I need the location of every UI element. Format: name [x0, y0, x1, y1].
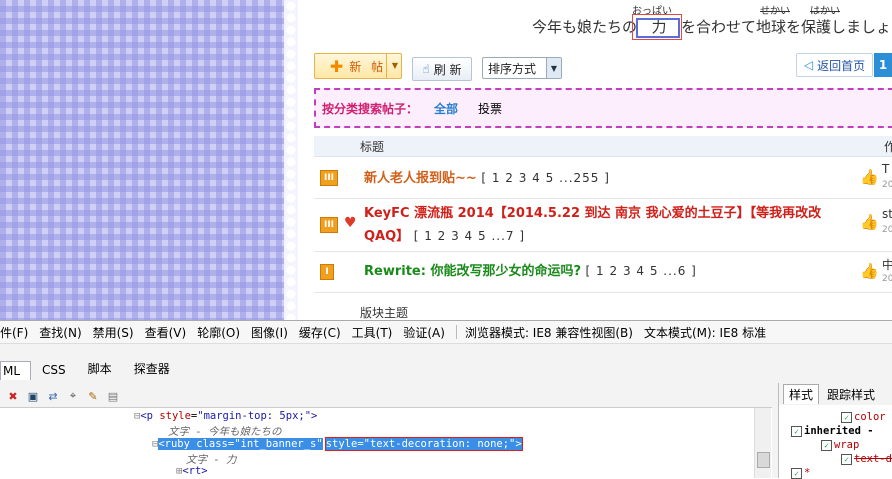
- filter-label: 按分类搜索帖子：: [322, 101, 419, 116]
- forum-page: おっぱい せかい はかい 今年も娘たちの力を合わせて地球を保護しましょ ✚ 新 …: [298, 0, 892, 320]
- refresh-icon[interactable]: ⇄: [46, 389, 60, 403]
- browser-mode-menu[interactable]: 浏览器模式: IE8 兼容性视图(B): [465, 324, 633, 341]
- thumbs-up-icon: 👍: [860, 213, 879, 231]
- checkbox[interactable]: ✓: [841, 453, 852, 465]
- tab-style[interactable]: 样式: [783, 384, 820, 404]
- devtools-tabs: ML CSS 脚本 探查器: [0, 358, 181, 380]
- tree-node-selected[interactable]: ⊟<ruby class="int_banner_s" style="text-d…: [152, 437, 523, 451]
- menu-images[interactable]: 图像(I): [251, 324, 288, 341]
- page-number[interactable]: 1: [874, 53, 892, 77]
- devtools-menubar: 件(F) 查找(N) 禁用(S) 查看(V) 轮廓(O) 图像(I) 缓存(C)…: [0, 321, 892, 344]
- style-group: ✓ inherited -: [791, 425, 874, 437]
- filter-poll[interactable]: 投票: [478, 100, 502, 117]
- checkbox[interactable]: ✓: [841, 411, 852, 423]
- author[interactable]: T: [882, 162, 889, 176]
- ruby-chikyuu: せかい: [760, 6, 790, 17]
- menu-view[interactable]: 查看(V): [145, 324, 187, 341]
- dom-tree: ⊟<p style="margin-top: 5px;"> 文字 - 今年も娘た…: [0, 407, 772, 479]
- table-header: 标题 作: [314, 136, 892, 157]
- tab-trace-styles[interactable]: 跟踪样式: [819, 385, 883, 404]
- section-title: 版块主题: [360, 306, 409, 320]
- edit-icon[interactable]: ✎: [86, 389, 100, 403]
- post-date: 20: [882, 180, 892, 190]
- tree-scrollbar[interactable]: [754, 408, 771, 478]
- col-title: 标题: [360, 140, 385, 154]
- chevron-down-icon[interactable]: ▼: [392, 61, 398, 70]
- hot-topic-icon: III: [320, 170, 338, 186]
- post-date: 20: [882, 274, 892, 284]
- topic-link[interactable]: Rewrite: 你能改写那少女的命运吗?: [364, 264, 581, 279]
- topic-link[interactable]: 新人老人报到贴~~: [364, 171, 477, 186]
- save-icon[interactable]: ▣: [26, 389, 40, 403]
- checkered-background: [0, 0, 290, 320]
- category-filter: 按分类搜索帖子： 全部 投票: [314, 88, 892, 128]
- page-links[interactable]: [ 1 2 3 4 5 ...6 ]: [586, 264, 697, 278]
- author[interactable]: st: [882, 207, 892, 221]
- highlight-blue-box: [636, 18, 680, 38]
- tree-node[interactable]: ⊞<rt>: [176, 465, 208, 477]
- table-row: III 新人老人报到贴~~ [ 1 2 3 4 5 ...255 ] 👍 T 2…: [314, 158, 892, 199]
- filter-all[interactable]: 全部: [434, 100, 458, 117]
- banner-text: 今年も娘たちの力を合わせて地球を保護しましょ: [532, 18, 892, 36]
- new-post-button[interactable]: ✚ 新 帖 ▼: [314, 53, 402, 79]
- style-panel: 样式 跟踪样式 ✓ color ✓ inherited - ✓ wrap ✓ text-…: [778, 383, 892, 479]
- menu-find[interactable]: 查找(N): [39, 324, 81, 341]
- col-author: 作: [884, 140, 892, 154]
- tree-text-node[interactable]: 文字 - 今年も娘たちの: [168, 424, 281, 439]
- table-row: III ♥ KeyFC 漂流瓶 2014【2014.5.22 到达 南京 我心爱…: [314, 199, 892, 252]
- menu-file[interactable]: 件(F): [0, 324, 28, 341]
- ruby-hogo: はかい: [810, 6, 840, 17]
- document-mode-menu[interactable]: 文本模式(M): IE8 标准: [644, 324, 766, 341]
- menu-outline[interactable]: 轮廓(O): [197, 324, 240, 341]
- page-links[interactable]: [ 1 2 3 4 5 ...7 ]: [414, 229, 525, 243]
- author[interactable]: 中: [882, 256, 892, 273]
- sort-select[interactable]: 排序方式 ▼: [482, 57, 562, 79]
- checkbox[interactable]: ✓: [791, 425, 802, 437]
- hand-icon: ☝: [422, 62, 430, 76]
- style-rule: ✓ *: [791, 467, 810, 479]
- plus-icon: ✚: [329, 56, 344, 76]
- tab-script[interactable]: 脚本: [77, 357, 123, 380]
- refresh-button[interactable]: ☝ 刷 新: [412, 57, 472, 81]
- tab-css[interactable]: CSS: [31, 360, 77, 380]
- page-links[interactable]: [ 1 2 3 4 5 ...255 ]: [481, 171, 610, 185]
- tree-node[interactable]: ⊟<p style="margin-top: 5px;">: [134, 410, 317, 422]
- heart-icon: ♥: [344, 215, 357, 231]
- delete-icon[interactable]: ✖: [6, 389, 20, 403]
- topic-icon: I: [320, 264, 334, 280]
- tab-html[interactable]: ML: [0, 361, 32, 380]
- tab-profiler[interactable]: 探查器: [123, 357, 181, 380]
- menu-disable[interactable]: 禁用(S): [93, 324, 134, 341]
- hot-topic-icon: III: [320, 217, 338, 233]
- thumbs-up-icon: 👍: [860, 168, 879, 186]
- thumbs-up-icon: 👍: [860, 262, 879, 280]
- menu-validate[interactable]: 验证(A): [403, 324, 445, 341]
- menu-cache[interactable]: 缓存(C): [299, 324, 341, 341]
- table-row: I Rewrite: 你能改写那少女的命运吗? [ 1 2 3 4 5 ...6…: [314, 252, 892, 293]
- select-element-icon[interactable]: ⌖: [66, 389, 80, 403]
- post-date: 20: [882, 225, 892, 235]
- style-rule: ✓ wrap: [821, 439, 859, 451]
- style-rule: ✓ color: [841, 411, 886, 423]
- chevron-down-icon: ▼: [546, 58, 561, 78]
- lace-border: [284, 0, 298, 320]
- style-rule: ✓ text-d: [841, 453, 892, 465]
- menu-tools[interactable]: 工具(T): [352, 324, 393, 341]
- checkbox[interactable]: ✓: [821, 439, 832, 451]
- word-wrap-icon[interactable]: ▤: [106, 389, 120, 403]
- developer-tools: 件(F) 查找(N) 禁用(S) 查看(V) 轮廓(O) 图像(I) 缓存(C)…: [0, 320, 892, 479]
- arrow-left-icon: ◁: [803, 58, 814, 72]
- highlighted-attribute: style="text-decoration: none;">: [324, 437, 523, 451]
- back-home-button[interactable]: ◁ 返回首页: [796, 53, 873, 77]
- devtools-toolbar: ✖ ▣ ⇄ ⌖ ✎ ▤: [0, 385, 120, 407]
- style-tabs: 样式 跟踪样式: [779, 383, 892, 405]
